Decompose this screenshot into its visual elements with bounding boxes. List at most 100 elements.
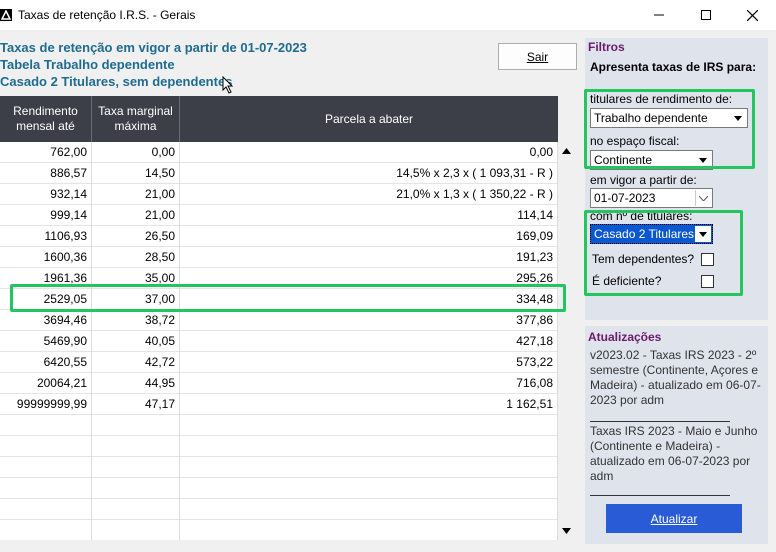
taxa-cell: 38,72	[92, 310, 180, 331]
parcela-cell: 0,00	[180, 142, 558, 163]
close-button[interactable]	[729, 0, 775, 30]
heading-line-3: Casado 2 Titulares, sem dependentes	[0, 74, 233, 89]
parcela-cell: 191,23	[180, 247, 558, 268]
parcela-cell: 716,08	[180, 373, 558, 394]
empty-cell	[0, 520, 92, 540]
table-row[interactable]: 1106,93 26,50 169,09	[0, 226, 558, 247]
table-row[interactable]: 2529,05 37,00 334,48	[0, 289, 558, 310]
heading-line-2: Tabela Trabalho dependente	[0, 57, 175, 72]
scroll-up-button[interactable]	[558, 142, 575, 159]
parcela-cell: 427,18	[180, 331, 558, 352]
table-row[interactable]: 20064,21 44,95 716,08	[0, 373, 558, 394]
table-row[interactable]: 1600,36 28,50 191,23	[0, 247, 558, 268]
dependentes-checkbox[interactable]	[701, 253, 714, 266]
num-titulares-select-value: Casado 2 Titulares	[594, 227, 695, 241]
scroll-down-button[interactable]	[558, 522, 575, 539]
parcela-cell: 334,48	[180, 289, 558, 310]
rendimento-cell: 2529,05	[0, 289, 92, 310]
header-parcela[interactable]: Parcela a abater	[180, 96, 558, 142]
sair-button[interactable]: Sair	[498, 43, 577, 70]
taxa-cell: 21,00	[92, 184, 180, 205]
vigor-date-picker[interactable]: 01-07-2023	[590, 188, 713, 208]
deficiente-label: É deficiente?	[592, 274, 662, 288]
taxa-cell: 21,00	[92, 205, 180, 226]
app-icon	[0, 9, 12, 21]
minimize-button[interactable]	[636, 0, 682, 30]
vigor-label: em vigor a partir de:	[590, 173, 697, 187]
scroll-down-icon	[562, 527, 571, 534]
empty-cell	[180, 499, 558, 520]
taxa-cell: 37,00	[92, 289, 180, 310]
vigor-date-value: 01-07-2023	[594, 191, 656, 205]
window-scrollbar[interactable]	[768, 30, 776, 552]
rendimento-cell: 762,00	[0, 142, 92, 163]
deficiente-checkbox[interactable]	[701, 275, 714, 288]
empty-cell	[0, 499, 92, 520]
empty-cell	[180, 415, 558, 436]
num-titulares-label: com nº de titulares:	[590, 209, 693, 223]
rendimento-cell: 20064,21	[0, 373, 92, 394]
filters-subtitle: Apresenta taxas de IRS para:	[590, 60, 757, 74]
table-row[interactable]: 5469,90 40,05 427,18	[0, 331, 558, 352]
close-icon	[746, 9, 758, 21]
taxa-cell: 26,50	[92, 226, 180, 247]
parcela-cell: 14,5% x 2,3 x ( 1 093,31 - R )	[180, 163, 558, 184]
espaco-select-value: Continente	[594, 153, 653, 167]
num-titulares-select[interactable]: Casado 2 Titulares	[590, 224, 713, 244]
taxa-cell: 44,95	[92, 373, 180, 394]
table-row-empty	[0, 478, 558, 499]
titulares-select[interactable]: Trabalho dependente	[590, 108, 748, 128]
table-row[interactable]: 1961,36 35,00 295,26	[0, 268, 558, 289]
atualizar-button-label: Atualizar	[650, 511, 698, 526]
empty-cell	[180, 478, 558, 499]
sair-button-label: Sair	[526, 49, 549, 64]
table-row[interactable]: 886,57 14,50 14,5% x 2,3 x ( 1 093,31 - R …	[0, 163, 558, 184]
chevron-down-icon	[695, 152, 711, 168]
dependentes-label: Tem dependentes?	[592, 252, 695, 266]
maximize-icon	[701, 10, 711, 20]
table-row[interactable]: 6420,55 42,72 573,22	[0, 352, 558, 373]
chevron-down-icon	[695, 190, 711, 206]
espaco-select[interactable]: Continente	[590, 150, 713, 170]
empty-cell	[180, 457, 558, 478]
parcela-cell: 21,0% x 1,3 x ( 1 350,22 - R )	[180, 184, 558, 205]
table-row-empty	[0, 499, 558, 520]
table-scrollbar[interactable]	[558, 96, 575, 540]
table-row[interactable]: 3694,46 38,72 377,86	[0, 310, 558, 331]
header-taxa[interactable]: Taxa marginal máxima	[92, 96, 180, 142]
empty-cell	[180, 520, 558, 540]
rendimento-cell: 99999999,99	[0, 394, 92, 415]
scroll-up-icon	[562, 147, 571, 154]
table-row[interactable]: 762,00 0,00 0,00	[0, 142, 558, 163]
update-separator-2	[590, 495, 730, 496]
header-rendimento[interactable]: Rendimento mensal até	[0, 96, 92, 142]
rendimento-cell: 886,57	[0, 163, 92, 184]
parcela-cell: 169,09	[180, 226, 558, 247]
rendimento-cell: 3694,46	[0, 310, 92, 331]
espaco-label: no espaço fiscal:	[590, 134, 680, 148]
table-row[interactable]: 932,14 21,00 21,0% x 1,3 x ( 1 350,22 - R …	[0, 184, 558, 205]
maximize-button[interactable]	[683, 0, 729, 30]
atualizar-button[interactable]: Atualizar	[606, 504, 742, 533]
empty-cell	[92, 436, 180, 457]
empty-cell	[0, 415, 92, 436]
empty-cell	[0, 436, 92, 457]
heading-line-1: Taxas de retenção em vigor a partir de 0…	[0, 40, 307, 55]
table-body: 762,00 0,00 0,00 886,57 14,50 14,5% x 2,3 x (…	[0, 142, 558, 540]
empty-cell	[0, 478, 92, 499]
parcela-cell: 114,14	[180, 205, 558, 226]
taxa-cell: 40,05	[92, 331, 180, 352]
chevron-down-icon	[730, 110, 746, 126]
table-row[interactable]: 99999999,99 47,17 1 162,51	[0, 394, 558, 415]
taxa-cell: 28,50	[92, 247, 180, 268]
update-entry-1: v2023.02 - Taxas IRS 2023 - 2º semestre …	[590, 348, 761, 407]
empty-cell	[92, 520, 180, 540]
empty-cell	[92, 457, 180, 478]
empty-cell	[92, 478, 180, 499]
rendimento-cell: 6420,55	[0, 352, 92, 373]
table-row[interactable]: 999,14 21,00 114,14	[0, 205, 558, 226]
window-title: Taxas de retenção I.R.S. - Gerais	[18, 8, 196, 22]
empty-cell	[92, 415, 180, 436]
minimize-icon	[654, 14, 664, 16]
parcela-cell: 295,26	[180, 268, 558, 289]
